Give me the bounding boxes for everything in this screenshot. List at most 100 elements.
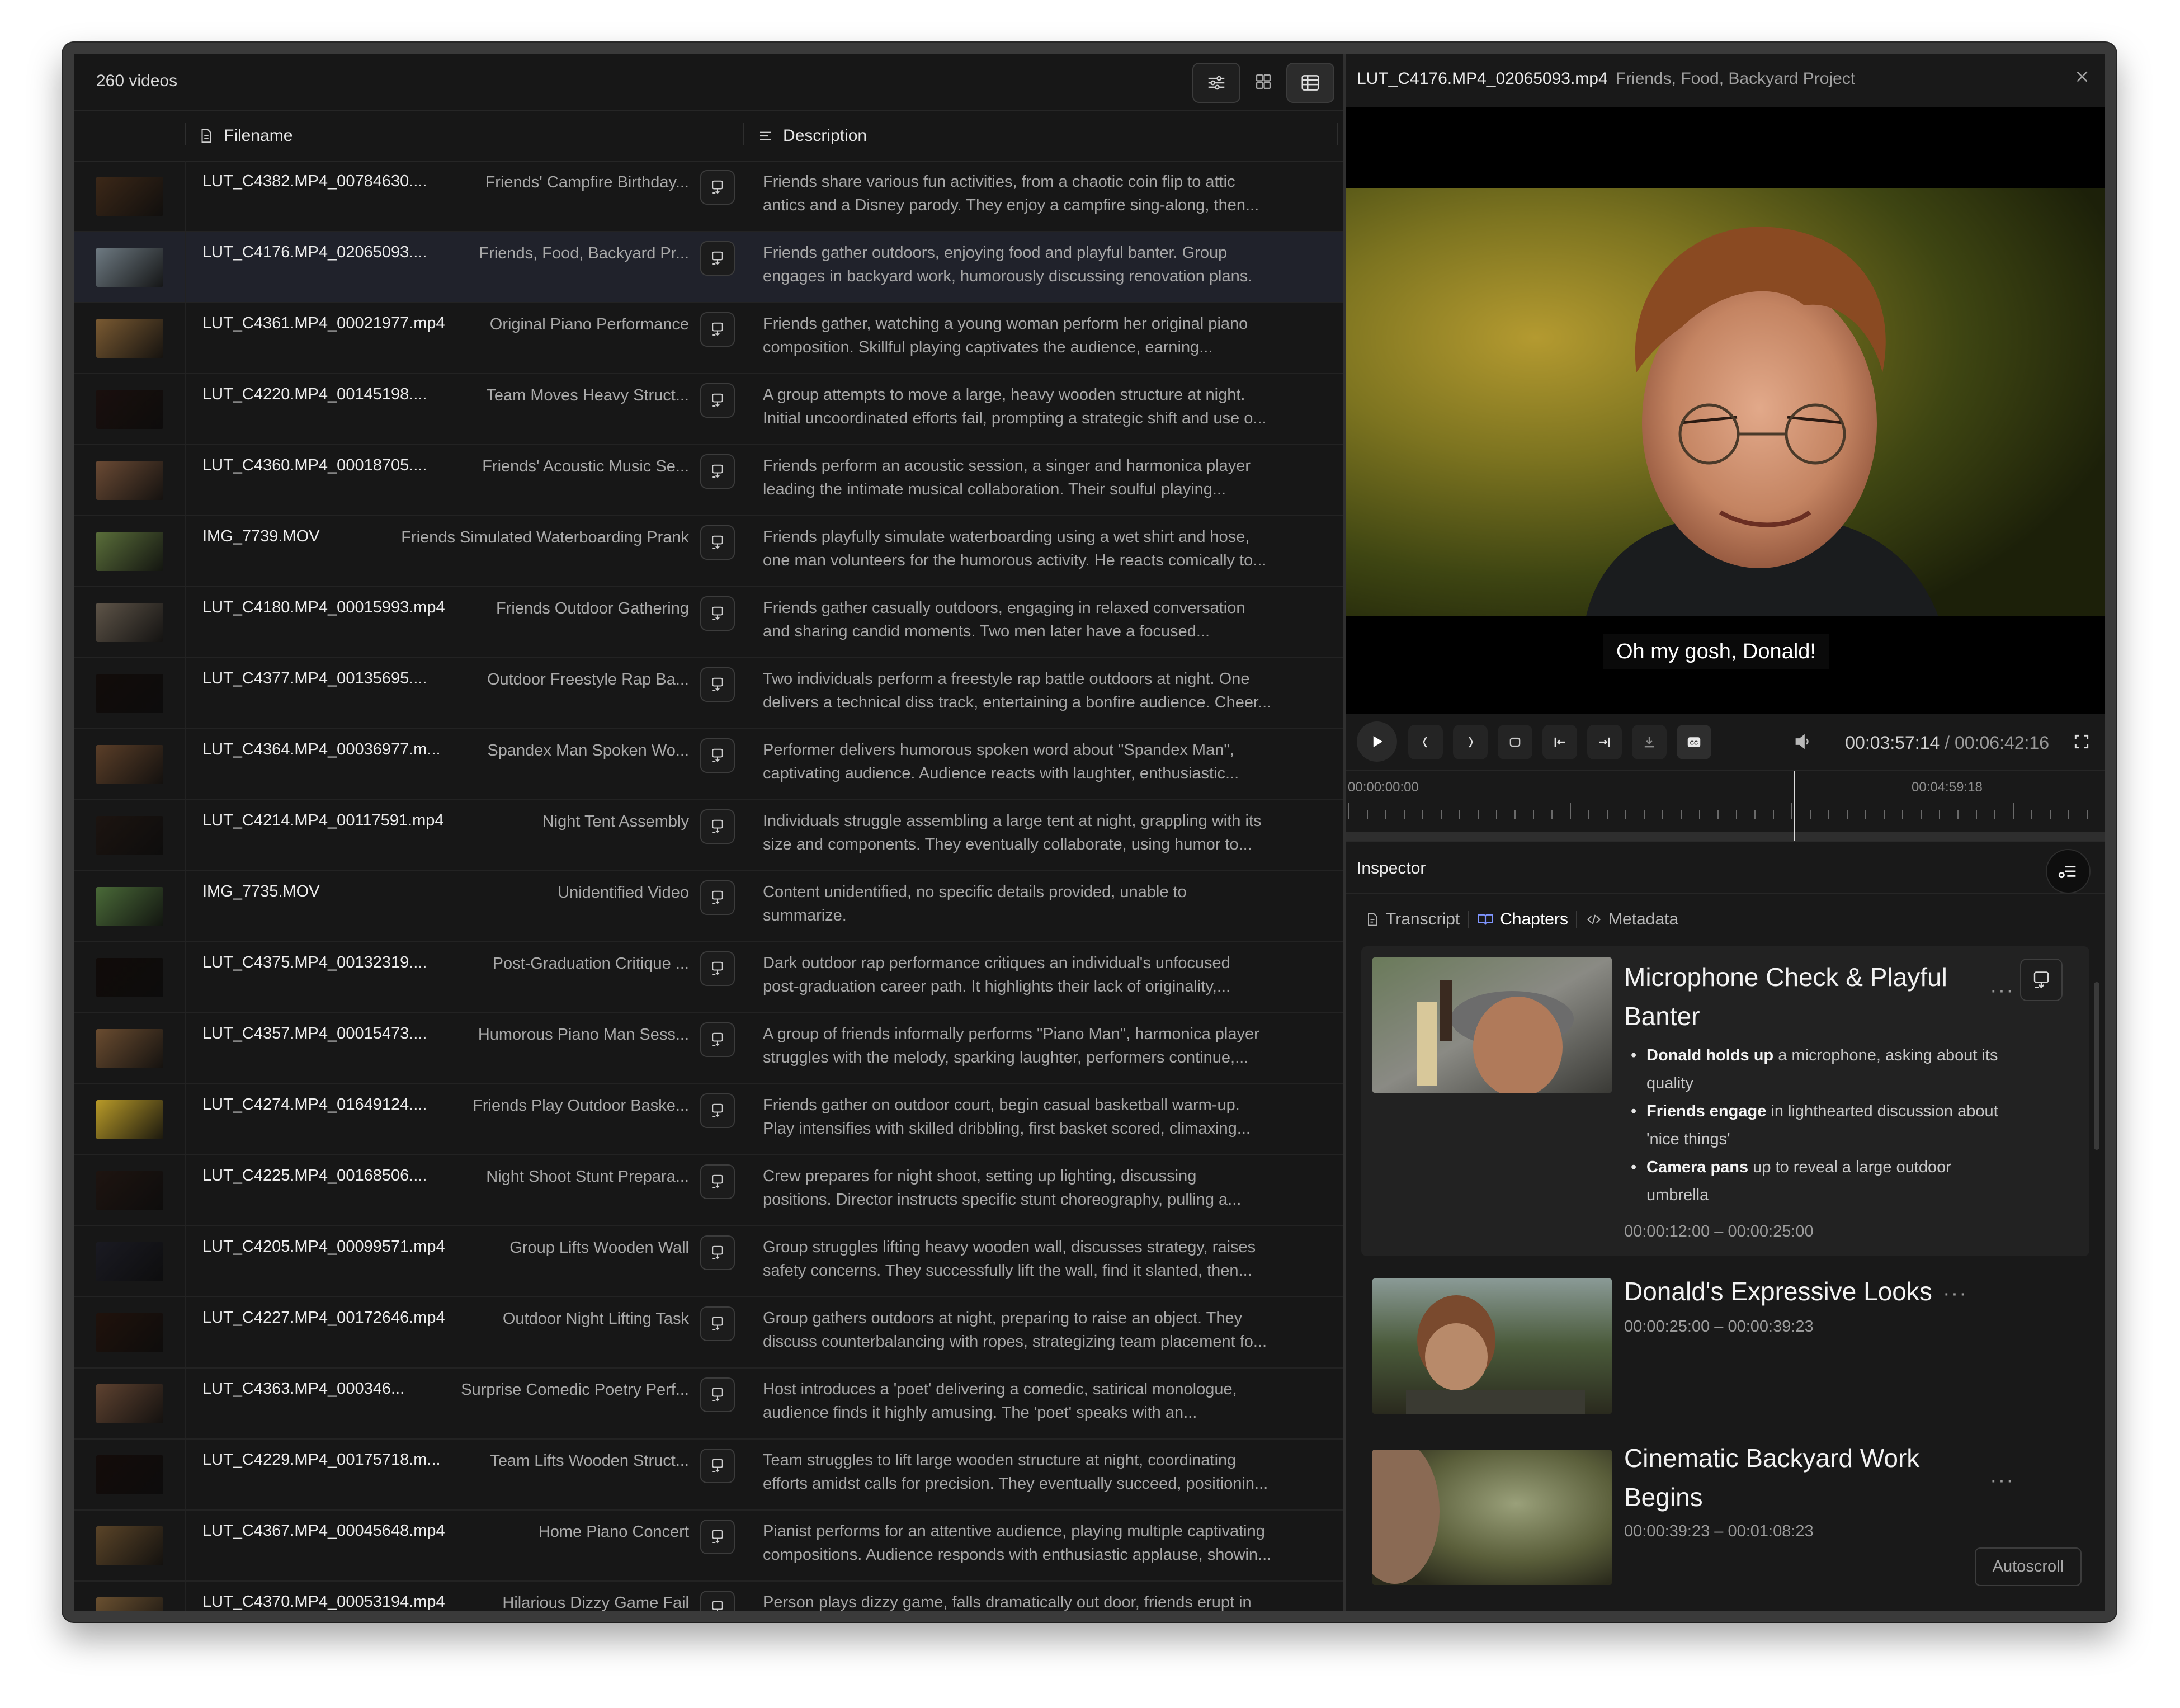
fullscreen-button[interactable] — [2073, 733, 2091, 753]
playhead[interactable] — [1794, 771, 1795, 842]
description-line: Initial uncoordinated efforts fail, prom… — [763, 409, 1267, 427]
row-export-button[interactable] — [700, 1449, 735, 1483]
row-export-button[interactable] — [700, 1591, 735, 1611]
table-row[interactable]: LUT_C4214.MP4_00117591.mp4 Night Tent Ass… — [74, 800, 1343, 871]
volume-button[interactable] — [1793, 732, 1813, 754]
table-row[interactable]: LUT_C4360.MP4_00018705.... Friends' Acous… — [74, 445, 1343, 516]
chapter-export-button[interactable] — [2020, 959, 2063, 1001]
tab-chapters[interactable]: Chapters — [1469, 910, 1576, 929]
export-button[interactable] — [1632, 725, 1667, 759]
row-filename: LUT_C4367.MP4_00045648.mp4 — [202, 1522, 445, 1540]
row-export-button[interactable] — [700, 1164, 735, 1199]
row-description: Friends playfully simulate waterboarding… — [763, 525, 1333, 572]
bullet-subject: Camera pans — [1646, 1158, 1749, 1176]
table-row[interactable]: LUT_C4377.MP4_00135695.... Outdoor Freest… — [74, 658, 1343, 729]
chapter-bullet: Camera pans up to reveal a large outdoor… — [1624, 1153, 2016, 1209]
row-export-button[interactable] — [700, 312, 735, 347]
book-icon — [1478, 914, 1494, 925]
grid-view-button[interactable] — [1240, 63, 1286, 101]
row-filename: LUT_C4370.MP4_00053194.mp4 — [202, 1593, 445, 1611]
autoscroll-button[interactable]: Autoscroll — [1974, 1547, 2082, 1586]
code-icon — [1587, 914, 1601, 924]
play-button[interactable] — [1357, 721, 1397, 762]
table-row[interactable]: LUT_C4363.MP4_000346... Surprise Comedic … — [74, 1369, 1343, 1440]
row-export-button[interactable] — [700, 1520, 735, 1554]
play-icon — [1373, 736, 1382, 747]
video-thumbnail — [96, 958, 163, 997]
row-export-button[interactable] — [700, 383, 735, 418]
description-line: struggles with the melody, sparking laug… — [763, 1049, 1249, 1067]
chapter-more-button[interactable]: ··· — [1943, 1282, 1967, 1306]
tab-transcript[interactable]: Transcript — [1357, 910, 1468, 929]
inspector-options-button[interactable] — [2046, 849, 2091, 894]
row-title: Unidentified Video — [558, 884, 689, 902]
table-row[interactable]: LUT_C4180.MP4_00015993.mp4 Friends Outdoo… — [74, 587, 1343, 658]
table-row[interactable]: LUT_C4357.MP4_00015473.... Humorous Piano… — [74, 1013, 1343, 1084]
timeline-track[interactable] — [1346, 832, 2105, 841]
captions-button[interactable]: CC — [1677, 725, 1711, 759]
row-export-button[interactable] — [700, 667, 735, 702]
row-export-button[interactable] — [700, 1377, 735, 1412]
close-button[interactable] — [2073, 67, 2092, 89]
table-row[interactable]: IMG_7735.MOV Unidentified Video Content un… — [74, 871, 1343, 942]
description-line: Two individuals perform a freestyle rap … — [763, 670, 1250, 688]
table-row[interactable]: LUT_C4225.MP4_00168506.... Night Shoot St… — [74, 1155, 1343, 1226]
table-row[interactable]: LUT_C4375.MP4_00132319.... Post-Graduatio… — [74, 942, 1343, 1013]
video-frame[interactable] — [1346, 188, 2105, 616]
row-export-button[interactable] — [700, 951, 735, 986]
row-export-button[interactable] — [700, 738, 735, 773]
filter-button[interactable] — [1192, 63, 1240, 103]
row-export-button[interactable] — [700, 1306, 735, 1341]
row-export-button[interactable] — [700, 1235, 735, 1270]
table-row[interactable]: LUT_C4220.MP4_00145198.... Team Moves Hea… — [74, 374, 1343, 445]
column-header-filename[interactable]: Filename — [198, 126, 292, 145]
table-row[interactable]: LUT_C4361.MP4_00021977.mp4 Original Piano… — [74, 303, 1343, 374]
table-view-button[interactable] — [1286, 63, 1334, 103]
table-row[interactable]: LUT_C4367.MP4_00045648.mp4 Home Piano Con… — [74, 1511, 1343, 1582]
row-export-button[interactable] — [700, 809, 735, 844]
row-export-button[interactable] — [700, 170, 735, 205]
prev-chapter-button[interactable] — [1408, 725, 1443, 759]
chapter-more-button[interactable]: ··· — [1990, 1469, 2014, 1493]
table-row[interactable]: IMG_7739.MOV Friends Simulated Waterboard… — [74, 516, 1343, 587]
chapter-title: Microphone Check & Playful Banter — [1624, 962, 1947, 1031]
column-header-label: Filename — [224, 126, 293, 145]
set-in-button[interactable] — [1542, 725, 1577, 759]
chapter-scrollbar[interactable] — [2094, 982, 2099, 1150]
row-export-button[interactable] — [700, 596, 735, 631]
description-line: Group struggles lifting heavy wooden wal… — [763, 1238, 1256, 1256]
table-row[interactable]: LUT_C4364.MP4_00036977.m... Spandex Man S… — [74, 729, 1343, 800]
column-divider — [185, 587, 186, 657]
row-export-button[interactable] — [700, 241, 735, 276]
table-row[interactable]: LUT_C4274.MP4_01649124.... Friends Play O… — [74, 1084, 1343, 1155]
row-export-button[interactable] — [700, 454, 735, 489]
row-export-button[interactable] — [700, 1022, 735, 1057]
table-row[interactable]: LUT_C4205.MP4_00099571.mp4 Group Lifts Wo… — [74, 1226, 1343, 1297]
table-row[interactable]: LUT_C4229.MP4_00175718.m... Team Lifts Wo… — [74, 1440, 1343, 1511]
table-row[interactable]: LUT_C4370.MP4_00053194.mp4 Hilarious Dizz… — [74, 1582, 1343, 1611]
set-out-button[interactable] — [1587, 725, 1622, 759]
column-divider — [185, 374, 186, 444]
chapter-title: Donald's Expressive Looks — [1624, 1277, 1932, 1306]
row-export-button[interactable] — [700, 880, 735, 915]
tab-metadata[interactable]: Metadata — [1577, 910, 1686, 929]
row-export-button[interactable] — [700, 1093, 735, 1128]
timeline[interactable]: 00:00:00:00 00:04:59:18 — [1346, 770, 2105, 842]
chapter-item[interactable]: Microphone Check & Playful Banter ··· Do… — [1361, 946, 2089, 1256]
video-thumbnail — [96, 816, 163, 855]
table-row[interactable]: LUT_C4176.MP4_02065093.... Friends, Food,… — [74, 232, 1343, 303]
row-export-button[interactable] — [700, 525, 735, 560]
column-header-description[interactable]: Description — [757, 126, 867, 145]
column-divider — [185, 1440, 186, 1509]
table-row[interactable]: LUT_C4227.MP4_00172646.mp4 Outdoor Night … — [74, 1297, 1343, 1369]
row-title: Night Tent Assembly — [542, 813, 689, 831]
video-count: 260 videos — [96, 72, 178, 90]
table-row[interactable]: LUT_C4382.MP4_00784630.... Friends' Campf… — [74, 161, 1343, 232]
chapter-more-button[interactable]: ··· — [1990, 979, 2014, 1003]
loop-button[interactable] — [1498, 725, 1532, 759]
captions-icon: CC — [1687, 737, 1701, 747]
row-filename: LUT_C4377.MP4_00135695.... — [202, 669, 427, 687]
chapter-item[interactable]: Donald's Expressive Looks ··· 00:00:25:0… — [1361, 1267, 2089, 1424]
description-line: Friends perform an acoustic session, a s… — [763, 457, 1251, 475]
next-chapter-button[interactable] — [1453, 725, 1488, 759]
